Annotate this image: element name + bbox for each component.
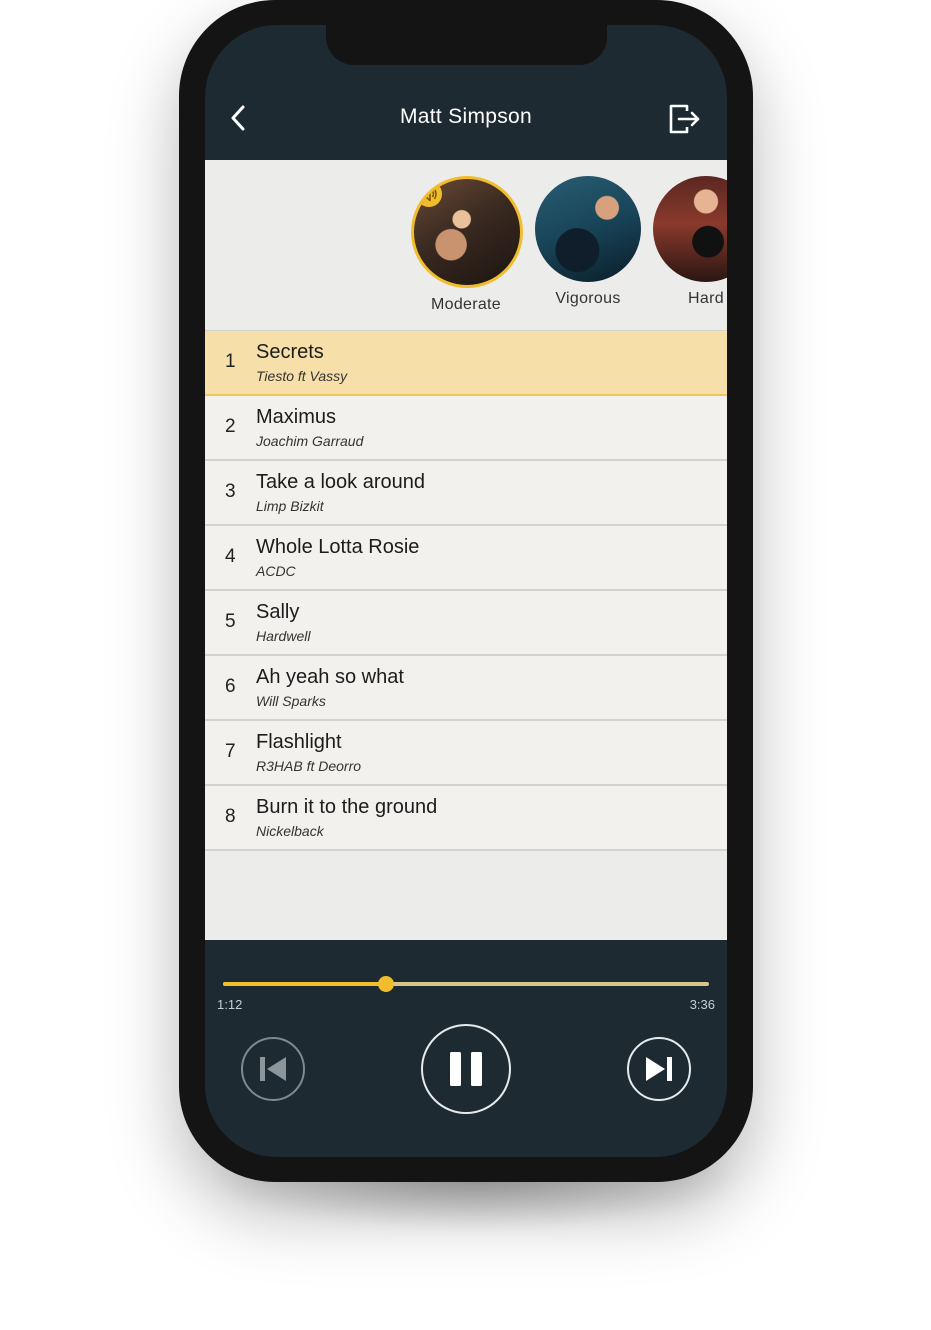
avatar — [411, 176, 523, 288]
track-title: Ah yeah so what — [256, 666, 404, 688]
track-number: 5 — [225, 611, 236, 632]
logout-icon — [669, 104, 700, 134]
mode-label: Hard — [688, 290, 724, 307]
current-time: 1:12 — [217, 997, 243, 1012]
track-artist: Tiesto ft Vassy — [256, 368, 348, 384]
track-number: 8 — [225, 806, 236, 827]
track-artist: Will Sparks — [256, 693, 326, 709]
track-number: 1 — [225, 351, 236, 372]
track-row[interactable]: 4 Whole Lotta Rosie ACDC — [205, 526, 727, 591]
mode-label: Moderate — [431, 296, 501, 313]
pause-icon — [450, 1052, 482, 1086]
main-content: Moderate Vigorous Hard 1 Secrets Tiesto … — [205, 160, 727, 940]
track-artist: R3HAB ft Deorro — [256, 758, 362, 774]
stage: Matt Simpson Moderate Vigorous Hard 1 Se… — [0, 0, 931, 1330]
track-row[interactable]: 8 Burn it to the ground Nickelback — [205, 786, 727, 851]
track-artist: Limp Bizkit — [256, 498, 324, 514]
track-title: Burn it to the ground — [256, 796, 438, 818]
skip-next-icon — [646, 1057, 672, 1081]
mode-vigorous[interactable]: Vigorous — [533, 176, 643, 308]
track-title: Flashlight — [256, 731, 342, 753]
track-title: Sally — [256, 601, 300, 623]
avatar — [653, 176, 727, 282]
skip-previous-icon — [260, 1057, 286, 1081]
track-number: 4 — [225, 546, 236, 567]
exit-button[interactable] — [667, 102, 703, 136]
previous-track-button[interactable] — [241, 1037, 305, 1101]
mode-label: Vigorous — [555, 290, 621, 307]
seek-handle[interactable] — [377, 976, 394, 992]
track-title: Take a look around — [256, 471, 426, 493]
track-row[interactable]: 2 Maximus Joachim Garraud — [205, 396, 727, 461]
track-artist: ACDC — [256, 563, 296, 579]
intensity-selector: Moderate Vigorous Hard — [205, 160, 727, 332]
player-bar: 1:12 3:36 — [205, 940, 727, 1157]
seek-bar[interactable] — [223, 976, 709, 992]
track-list: 1 Secrets Tiesto ft Vassy 2 Maximus Joac… — [205, 331, 727, 851]
track-number: 7 — [225, 741, 236, 762]
track-artist: Joachim Garraud — [256, 433, 364, 449]
next-track-button[interactable] — [627, 1037, 691, 1101]
page-title: Matt Simpson — [400, 105, 532, 128]
track-row[interactable]: 3 Take a look around Limp Bizkit — [205, 461, 727, 526]
mode-hard[interactable]: Hard — [651, 176, 727, 308]
track-row[interactable]: 1 Secrets Tiesto ft Vassy — [205, 331, 727, 396]
track-number: 3 — [225, 481, 236, 502]
track-artist: Nickelback — [256, 823, 324, 839]
total-time: 3:36 — [689, 997, 715, 1012]
track-artist: Hardwell — [256, 628, 311, 644]
track-number: 6 — [225, 676, 236, 697]
track-title: Secrets — [256, 341, 324, 363]
pause-button[interactable] — [421, 1024, 511, 1114]
seek-progress — [223, 982, 386, 986]
track-title: Whole Lotta Rosie — [256, 536, 420, 558]
avatar — [535, 176, 641, 282]
mode-moderate[interactable]: Moderate — [411, 176, 523, 314]
app-screen: Matt Simpson Moderate Vigorous Hard 1 Se… — [205, 25, 727, 1157]
speaker-icon — [416, 181, 442, 207]
track-row[interactable]: 7 Flashlight R3HAB ft Deorro — [205, 721, 727, 786]
track-row[interactable]: 6 Ah yeah so what Will Sparks — [205, 656, 727, 721]
track-number: 2 — [225, 416, 236, 437]
track-row[interactable]: 5 Sally Hardwell — [205, 591, 727, 656]
phone-notch — [326, 25, 607, 65]
track-title: Maximus — [256, 406, 337, 428]
app-header: Matt Simpson — [205, 85, 727, 160]
